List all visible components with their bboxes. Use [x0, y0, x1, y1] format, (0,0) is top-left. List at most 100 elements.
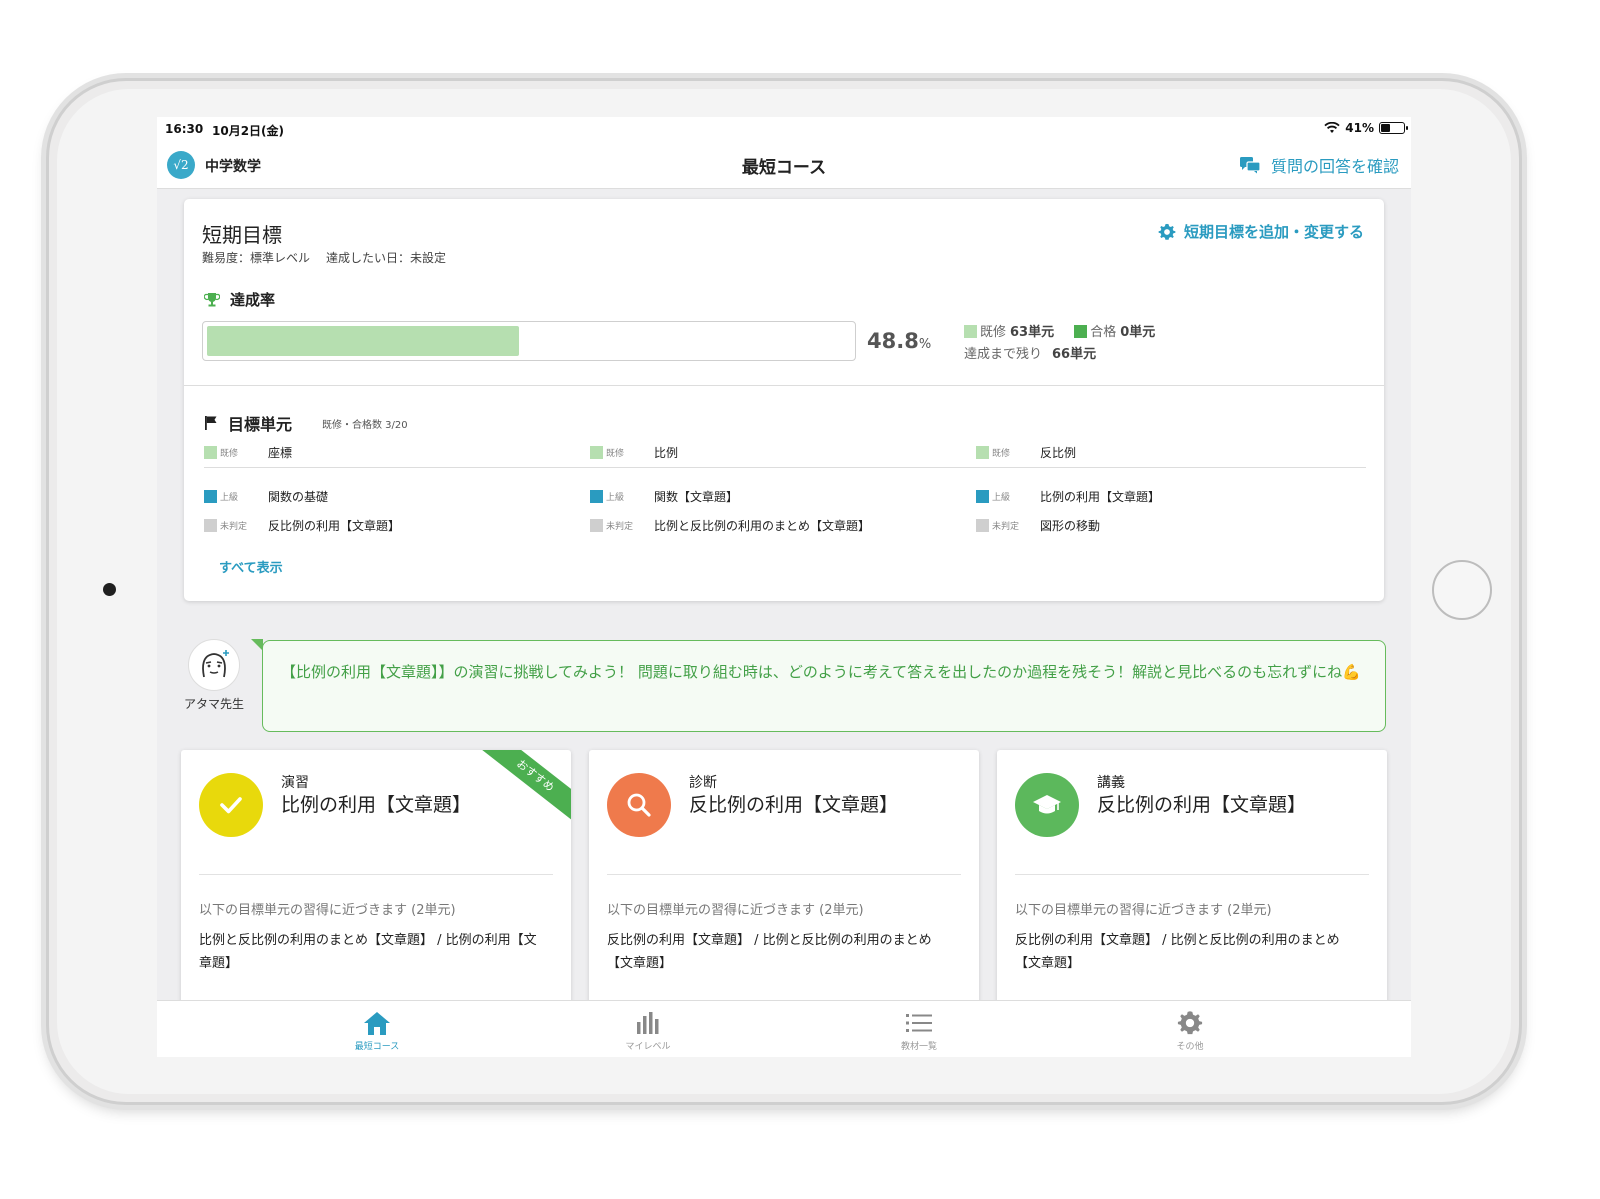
activity-hint: 以下の目標単元の習得に近づきます (2単元) — [607, 903, 864, 918]
gear-icon — [1158, 223, 1176, 240]
unit-item[interactable]: 上級 関数【文章題】 — [590, 484, 738, 508]
camera — [103, 583, 116, 596]
tab-icon-wrap — [1120, 1007, 1260, 1039]
home-icon — [364, 1012, 390, 1035]
activity-hint: 以下の目標単元の習得に近づきます (2単元) — [1015, 903, 1272, 918]
unit-status-badge: 上級 — [976, 489, 1040, 503]
remaining-label: 達成まで残り — [964, 347, 1043, 362]
diagnosis-card[interactable]: 診断 反比例の利用【文章題】 以下の目標単元の習得に近づきます (2単元) 反比… — [589, 750, 979, 1010]
unit-status-swatch — [204, 445, 217, 459]
battery-icon — [1379, 122, 1408, 134]
goal-target-date: 達成したい日：未設定 — [326, 251, 447, 265]
passed-label: 合格 — [1090, 325, 1117, 340]
card-divider — [199, 874, 553, 875]
achievement-progress-bar — [202, 321, 856, 361]
unit-item[interactable]: 上級 比例の利用【文章題】 — [976, 484, 1160, 508]
chat-bubbles-icon — [1239, 157, 1261, 174]
target-units-label: 目標単元 — [228, 415, 293, 434]
achievement-progress-fill — [207, 326, 519, 356]
tab-bar: 最短コース マイレベル 教材一覧 その他 — [157, 1000, 1411, 1057]
check-answers-label: 質問の回答を確認 — [1270, 157, 1399, 176]
activity-targets: 反比例の利用【文章題】 / 比例と反比例の利用のまとめ【文章題】 — [607, 933, 932, 971]
target-units-title: 目標単元 — [204, 411, 292, 435]
unit-item[interactable]: 未判定 比例と反比例の利用のまとめ【文章題】 — [590, 513, 870, 537]
unit-status: 既修 — [606, 448, 625, 459]
status-right: 41% — [1324, 121, 1408, 135]
tab-shortest-course[interactable]: 最短コース — [307, 1007, 447, 1052]
activity-kind: 講義 — [1097, 775, 1125, 791]
activity-targets: 反比例の利用【文章題】 / 比例と反比例の利用のまとめ【文章題】 — [1015, 933, 1340, 971]
practice-card[interactable]: おすすめ 演習 比例の利用【文章題】 以下の目標単元の習得に近づきます (2単元… — [181, 750, 571, 1010]
unit-item[interactable]: 上級 関数の基礎 — [204, 484, 328, 508]
short-term-goal-card: 短期目標 難易度：標準レベル 達成したい日：未設定 短期目標を追加・変更する 達成… — [184, 199, 1384, 601]
tab-materials[interactable]: 教材一覧 — [849, 1007, 989, 1052]
teacher-avatar — [188, 639, 240, 691]
edit-goal-button[interactable]: 短期目標を追加・変更する — [1158, 221, 1364, 242]
achievement-rate-text: 達成率 — [230, 291, 276, 309]
unit-status-swatch — [590, 518, 603, 532]
achievement-percent-unit: % — [918, 337, 932, 352]
activity-kind: 演習 — [281, 775, 309, 791]
battery-level — [1381, 124, 1390, 132]
remaining-value: 66単元 — [1052, 347, 1097, 362]
show-all-link[interactable]: すべて表示 — [219, 557, 283, 576]
achievement-rate-label: 達成率 — [204, 289, 275, 310]
unit-item[interactable]: 未判定 反比例の利用【文章題】 — [204, 513, 400, 537]
unit-status: 未判定 — [992, 521, 1020, 532]
tab-my-level[interactable]: マイレベル — [578, 1007, 718, 1052]
passed-legend-swatch — [1074, 325, 1088, 338]
unit-status: 未判定 — [220, 521, 248, 532]
unit-item[interactable]: 既修 比例 — [590, 440, 678, 464]
list-icon — [906, 1014, 932, 1032]
page-title: 最短コース — [741, 158, 827, 178]
practice-icon-circle — [199, 773, 263, 837]
achievement-stats: 既修 63単元 合格 0単元 達成まで残り 66単元 — [964, 322, 1155, 366]
unit-status-badge: 上級 — [204, 489, 268, 503]
unit-row: 既修 座標 既修 比例 既修 反比例 — [204, 440, 1366, 468]
achievement-percent: 48.8% — [867, 329, 931, 353]
stats-line-2: 達成まで残り 66単元 — [964, 344, 1155, 366]
flag-icon — [205, 416, 217, 430]
activity-targets: 比例と反比例の利用のまとめ【文章題】 / 比例の利用【文章題】 — [199, 933, 537, 971]
tab-label: 最短コース — [354, 1042, 400, 1052]
unit-status-swatch — [590, 489, 603, 503]
goal-difficulty: 難易度：標準レベル — [202, 251, 311, 265]
unit-row: 未判定 反比例の利用【文章題】 未判定 比例と反比例の利用のまとめ【文章題】 未判定… — [204, 513, 1366, 541]
goal-meta: 難易度：標準レベル 達成したい日：未設定 — [202, 249, 446, 266]
activity-kind: 診断 — [689, 775, 717, 791]
tab-label: その他 — [1176, 1042, 1204, 1052]
home-button[interactable] — [1432, 560, 1492, 620]
activity-name: 反比例の利用【文章題】 — [689, 794, 899, 816]
teacher-face-icon — [202, 650, 229, 678]
activity-name: 反比例の利用【文章題】 — [1097, 794, 1307, 816]
tab-icon-wrap — [307, 1007, 447, 1039]
unit-name: 座標 — [268, 445, 293, 460]
unit-status-swatch — [976, 489, 989, 503]
tab-label: マイレベル — [625, 1042, 671, 1052]
unit-item[interactable]: 未判定 図形の移動 — [976, 513, 1100, 537]
lecture-card[interactable]: 講義 反比例の利用【文章題】 以下の目標単元の習得に近づきます (2単元) 反比… — [997, 750, 1387, 1010]
unit-status: 上級 — [606, 492, 625, 503]
unit-status: 既修 — [992, 448, 1011, 459]
card-divider — [184, 385, 1384, 386]
gear-icon — [1177, 1011, 1203, 1035]
lecture-icon-circle — [1015, 773, 1079, 837]
wifi-icon — [1324, 122, 1340, 133]
learned-label: 既修 — [980, 325, 1007, 340]
unit-status: 既修 — [220, 448, 239, 459]
tab-other[interactable]: その他 — [1120, 1007, 1260, 1052]
check-answers-link[interactable]: 質問の回答を確認 — [1239, 153, 1399, 177]
unit-item[interactable]: 既修 座標 — [204, 440, 292, 464]
goal-title: 短期目標 — [202, 223, 282, 247]
unit-status-badge: 既修 — [976, 445, 1040, 459]
unit-status: 上級 — [220, 492, 239, 503]
unit-name: 比例 — [654, 445, 679, 460]
unit-name: 図形の移動 — [1040, 518, 1101, 533]
unit-item[interactable]: 既修 反比例 — [976, 440, 1076, 464]
unit-name: 関数【文章題】 — [654, 489, 739, 504]
unit-status-badge: 既修 — [590, 445, 654, 459]
learned-legend-swatch — [964, 325, 977, 338]
trophy-icon — [204, 292, 220, 306]
check-icon — [220, 797, 242, 814]
bar-chart-icon — [637, 1012, 659, 1034]
